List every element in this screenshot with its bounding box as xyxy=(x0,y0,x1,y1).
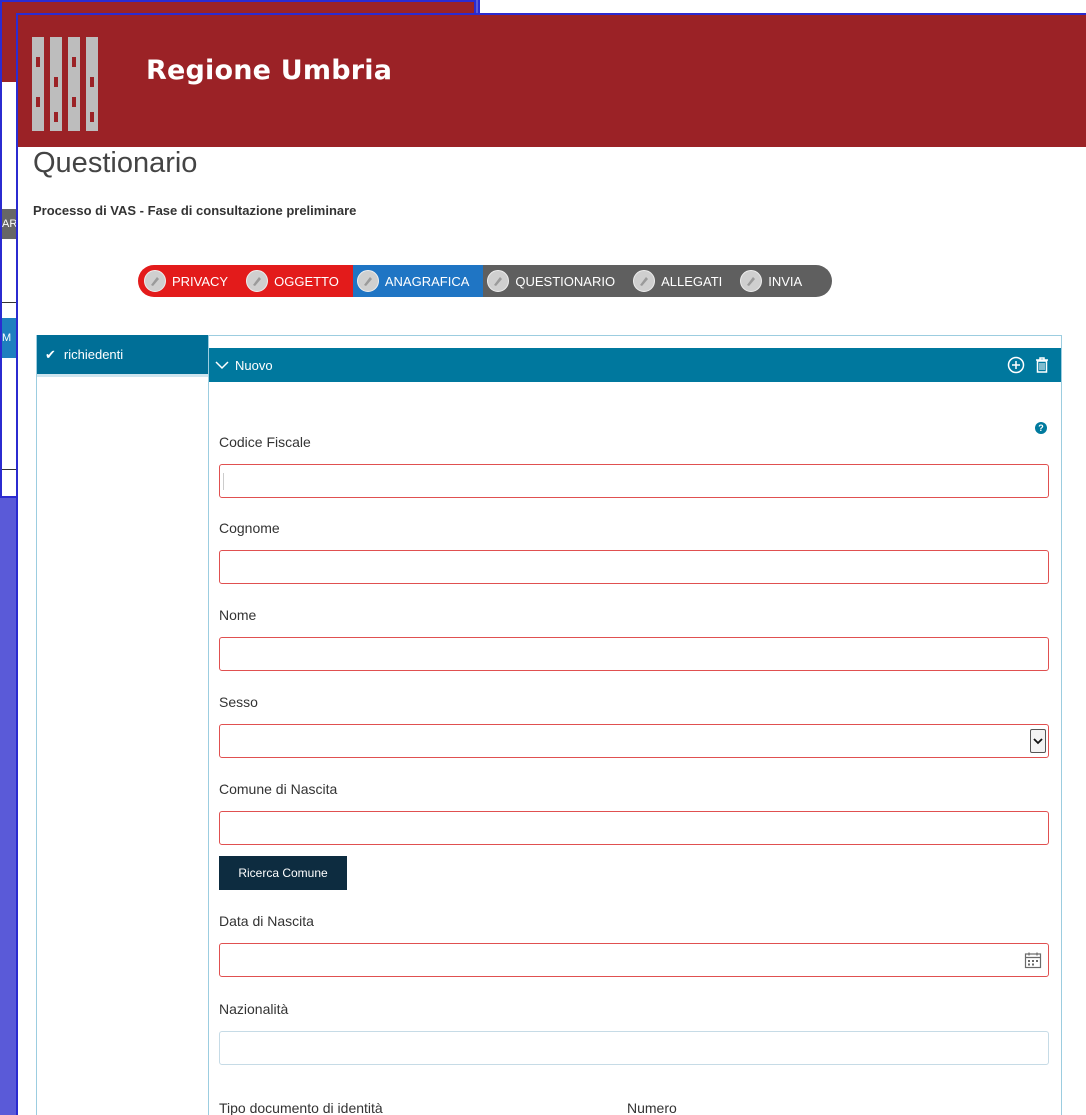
page-title: Questionario xyxy=(33,147,198,179)
data-nascita-input[interactable] xyxy=(219,943,1049,977)
step-label: INVIA xyxy=(768,273,803,289)
section-tools xyxy=(1005,354,1053,376)
step-questionario[interactable]: QUESTIONARIO xyxy=(483,265,630,297)
step-brush-icon xyxy=(356,270,379,292)
step-brush-icon xyxy=(487,270,510,292)
ricerca-comune-button[interactable]: Ricerca Comune xyxy=(219,856,347,890)
text-cursor xyxy=(223,473,224,490)
step-brush-icon xyxy=(740,270,763,292)
cognome-input[interactable] xyxy=(219,550,1049,584)
step-label: PRIVACY xyxy=(172,273,229,289)
section-header[interactable]: Nuovo xyxy=(209,348,1061,382)
step-label: ANAGRAFICA xyxy=(384,273,470,289)
nome-label: Nome xyxy=(219,607,257,623)
site-header: Regione Umbria xyxy=(18,15,1086,147)
section-title: Nuovo xyxy=(235,357,273,373)
codice-fiscale-input[interactable] xyxy=(219,464,1049,498)
cognome-label: Cognome xyxy=(219,520,280,536)
main-window: Regione Umbria Questionario Processo di … xyxy=(16,13,1086,1115)
data-nascita-label: Data di Nascita xyxy=(219,913,314,929)
sesso-label: Sesso xyxy=(219,694,258,710)
sidebar-item-richiedenti[interactable]: ✔ richiedenti xyxy=(37,335,209,377)
form-panel: Nuovo ? Codice Fiscale Cognome Nome Sess… xyxy=(208,335,1062,1115)
check-icon: ✔ xyxy=(45,347,56,362)
step-allegati[interactable]: ALLEGATI xyxy=(629,265,737,297)
chevron-down-icon xyxy=(215,357,229,373)
trash-icon[interactable] xyxy=(1031,354,1053,376)
sidebar: ✔ richiedenti xyxy=(36,335,210,1115)
step-privacy[interactable]: PRIVACY xyxy=(138,265,243,297)
step-brush-icon xyxy=(633,270,656,292)
step-label: OGGETTO xyxy=(274,273,339,289)
nazionalita-input[interactable] xyxy=(219,1031,1049,1065)
page-subtitle: Processo di VAS - Fase di consultazione … xyxy=(33,203,357,218)
sidebar-item-label: richiedenti xyxy=(63,347,124,362)
step-oggetto[interactable]: OGGETTO xyxy=(242,265,353,297)
brand-name: Regione Umbria xyxy=(146,55,393,86)
chevron-down-icon[interactable] xyxy=(1030,729,1046,753)
sesso-select[interactable] xyxy=(219,724,1049,758)
help-icon[interactable]: ? xyxy=(1035,422,1047,434)
step-label: QUESTIONARIO xyxy=(515,273,616,289)
step-brush-icon xyxy=(246,270,269,292)
codice-fiscale-label: Codice Fiscale xyxy=(219,434,311,450)
wizard-steps: PRIVACY OGGETTO ANAGRAFICA QUESTIONARIO … xyxy=(138,265,938,297)
step-invia[interactable]: INVIA xyxy=(736,265,833,297)
add-circle-icon[interactable] xyxy=(1005,354,1027,376)
nome-input[interactable] xyxy=(219,637,1049,671)
step-label: ALLEGATI xyxy=(661,273,723,289)
nazionalita-label: Nazionalità xyxy=(219,1001,289,1017)
calendar-icon[interactable] xyxy=(1024,951,1042,969)
step-anagrafica[interactable]: ANAGRAFICA xyxy=(352,265,484,297)
regione-umbria-logo xyxy=(32,37,98,131)
step-brush-icon xyxy=(144,270,166,292)
comune-nascita-label: Comune di Nascita xyxy=(219,781,338,797)
comune-nascita-input[interactable] xyxy=(219,811,1049,845)
